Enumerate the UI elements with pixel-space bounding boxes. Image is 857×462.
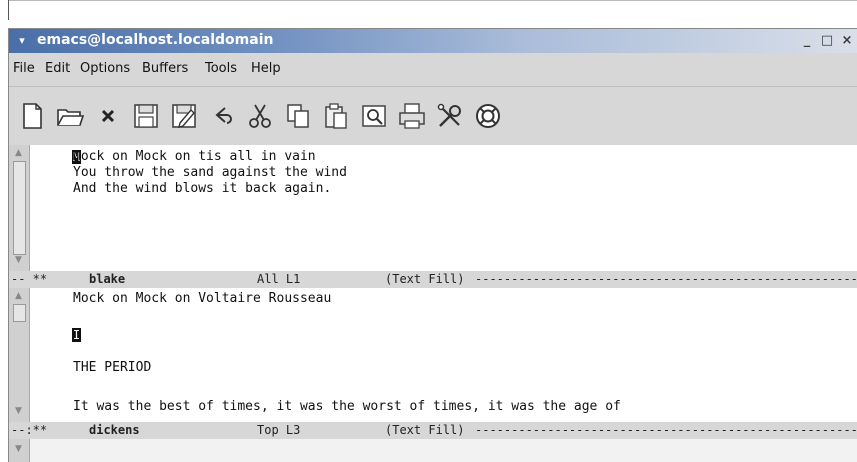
text-cursor: I [72, 328, 81, 342]
buffer-pane-top[interactable]: ▲ ▼ M Mock on Mock on tis all in vain Yo… [9, 145, 857, 271]
modeline-position: Top L3 [257, 423, 301, 437]
buffer-pane-bottom[interactable]: ▲ ▼ Mock on Mock on Voltaire Rousseau I … [9, 288, 857, 422]
emacs-window: ▾ emacs@localhost.localdomain _ □ × File… [8, 28, 857, 462]
menu-tools[interactable]: Tools [205, 61, 237, 76]
close-icon[interactable]: × [839, 33, 855, 49]
window-title: emacs@localhost.localdomain [37, 32, 274, 48]
text-line: And the wind blows it back again. [73, 181, 332, 196]
paste-icon[interactable] [319, 99, 353, 133]
mode-line-blake[interactable]: -- ** blake All L1 (Text Fill) ---------… [9, 271, 857, 288]
scrollbar-bottom[interactable]: ▲ ▼ [9, 288, 30, 422]
close-buffer-icon[interactable] [91, 99, 125, 133]
menu-bar: File Edit Options Buffers Tools Help [9, 53, 857, 85]
cut-icon[interactable] [243, 99, 277, 133]
modeline-mode: (Text Fill) [385, 423, 465, 437]
background-frame-edge [8, 0, 9, 20]
undo-icon[interactable] [205, 99, 239, 133]
print-icon[interactable] [395, 99, 429, 133]
text-line: THE PERIOD [73, 360, 152, 375]
minibuffer[interactable]: ▼ [9, 439, 857, 462]
scroll-up-arrow-icon[interactable]: ▲ [13, 291, 24, 302]
modeline-buffer-name: dickens [89, 423, 140, 437]
search-icon[interactable] [357, 99, 391, 133]
menu-edit[interactable]: Edit [45, 61, 70, 76]
preferences-icon[interactable] [433, 99, 467, 133]
mode-line-dickens[interactable]: --:** dickens Top L3 (Text Fill) -------… [9, 422, 857, 439]
menu-help[interactable]: Help [251, 61, 281, 76]
window-menu-icon[interactable]: ▾ [15, 34, 29, 48]
modeline-fill: ----------------------------------------… [475, 423, 857, 437]
save-as-icon[interactable] [167, 99, 201, 133]
new-file-icon[interactable] [15, 99, 49, 133]
maximize-icon[interactable]: □ [819, 33, 835, 49]
scroll-down-arrow-icon[interactable]: ▼ [13, 406, 24, 417]
text-line: You throw the sand against the wind [73, 165, 347, 180]
menu-options[interactable]: Options [80, 61, 130, 76]
menu-buffers[interactable]: Buffers [142, 61, 188, 76]
modeline-status: --:** [11, 423, 48, 437]
modeline-mode: (Text Fill) [385, 272, 465, 286]
menu-file[interactable]: File [13, 61, 35, 76]
scroll-thumb[interactable] [13, 161, 26, 255]
modeline-position: All L1 [257, 272, 301, 286]
scroll-thumb[interactable] [13, 304, 26, 322]
scroll-up-arrow-icon[interactable]: ▲ [13, 148, 24, 159]
title-bar[interactable]: ▾ emacs@localhost.localdomain _ □ × [9, 29, 857, 53]
save-icon[interactable] [129, 99, 163, 133]
open-folder-icon[interactable] [53, 99, 87, 133]
text-line: Mock on Mock on Voltaire Rousseau [73, 291, 332, 306]
text-line: It was the best of times, it was the wor… [73, 399, 621, 414]
scrollbar-top[interactable]: ▲ ▼ [9, 145, 30, 271]
background-frame-line [8, 0, 857, 1]
scroll-arrow-icon: ▼ [15, 444, 22, 454]
help-icon[interactable] [471, 99, 505, 133]
tool-bar [9, 86, 857, 145]
copy-icon[interactable] [281, 99, 315, 133]
modeline-status: -- ** [11, 272, 48, 286]
modeline-fill: ----------------------------------------… [475, 272, 857, 286]
scroll-down-arrow-icon[interactable]: ▼ [13, 255, 24, 266]
modeline-buffer-name: blake [89, 272, 126, 286]
minimize-icon[interactable]: _ [799, 33, 815, 49]
minibuffer-scroll: ▼ [9, 439, 30, 462]
text-line: Mock on Mock on tis all in vain [73, 149, 316, 164]
